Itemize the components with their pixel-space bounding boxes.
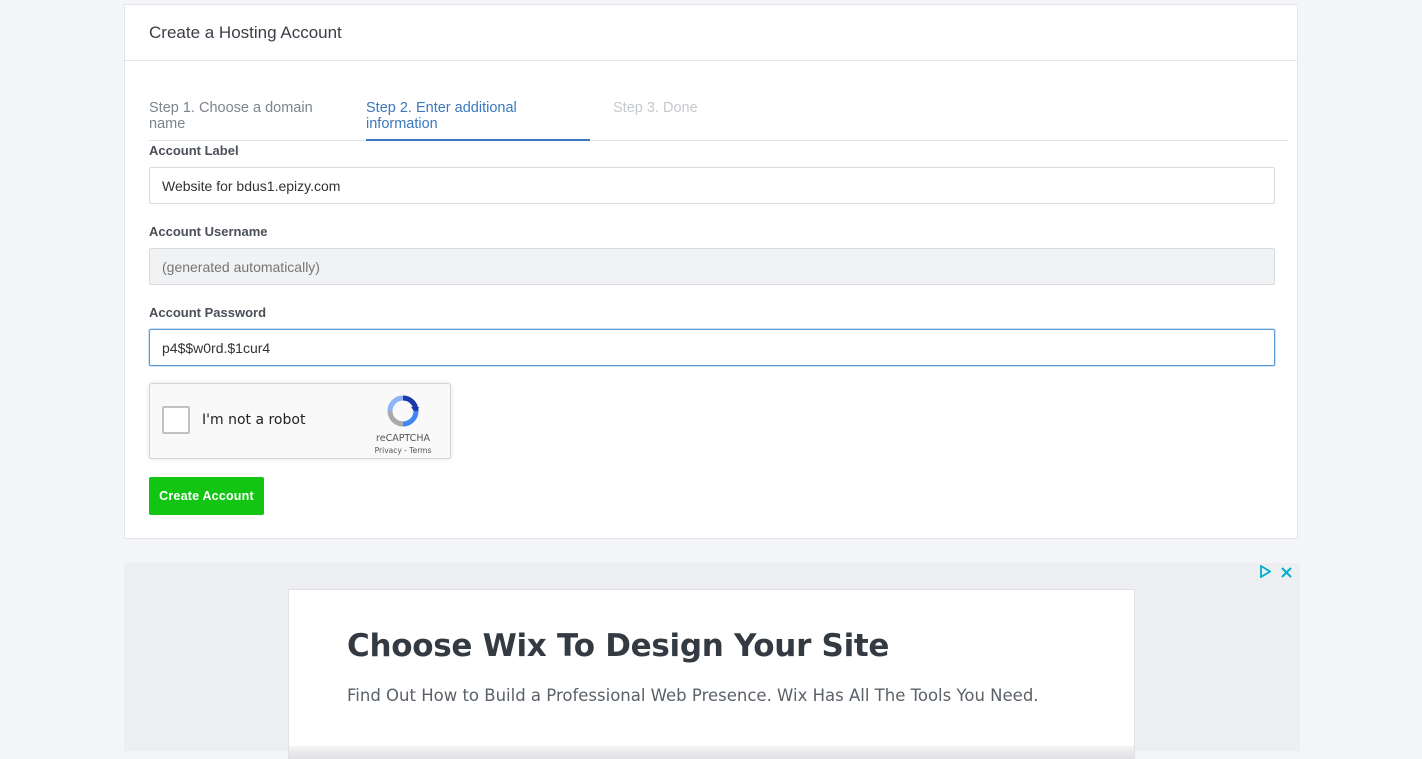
recaptcha-links[interactable]: Privacy - Terms <box>368 446 438 455</box>
tab-step-1[interactable]: Step 1. Choose a domain name <box>149 100 349 139</box>
tab-step-2[interactable]: Step 2. Enter additional information <box>366 100 590 141</box>
account-username-input <box>149 248 1275 285</box>
adchoices-icon[interactable] <box>1259 564 1272 581</box>
close-icon[interactable] <box>1281 565 1292 581</box>
ad-card[interactable]: Choose Wix To Design Your Site Find Out … <box>288 589 1135 759</box>
step-tabs: Step 1. Choose a domain name Step 2. Ent… <box>149 100 1288 141</box>
hosting-account-card: Create a Hosting Account Step 1. Choose … <box>124 4 1298 539</box>
ad-description: Find Out How to Build a Professional Web… <box>347 686 1039 705</box>
recaptcha-logo: reCAPTCHA Privacy - Terms <box>368 394 438 455</box>
page-title: Create a Hosting Account <box>125 5 1297 61</box>
recaptcha-icon <box>387 395 419 427</box>
account-password-label: Account Password <box>149 305 267 320</box>
tab-step-3: Step 3. Done <box>613 100 698 116</box>
recaptcha-checkbox[interactable] <box>162 406 190 434</box>
create-account-button[interactable]: Create Account <box>149 477 264 515</box>
ad-title[interactable]: Choose Wix To Design Your Site <box>347 628 889 664</box>
ad-banner: Choose Wix To Design Your Site Find Out … <box>124 563 1300 759</box>
ad-controls <box>1253 564 1292 581</box>
recaptcha-widget: I'm not a robot reCAPTCHA Privacy - Term… <box>149 383 451 459</box>
account-label-label: Account Label <box>149 143 239 158</box>
account-password-input[interactable] <box>149 329 1275 366</box>
recaptcha-brand: reCAPTCHA <box>376 433 430 444</box>
account-username-label: Account Username <box>149 224 268 239</box>
account-label-input[interactable] <box>149 167 1275 204</box>
recaptcha-label: I'm not a robot <box>202 412 306 428</box>
ad-image-strip <box>289 746 1134 758</box>
